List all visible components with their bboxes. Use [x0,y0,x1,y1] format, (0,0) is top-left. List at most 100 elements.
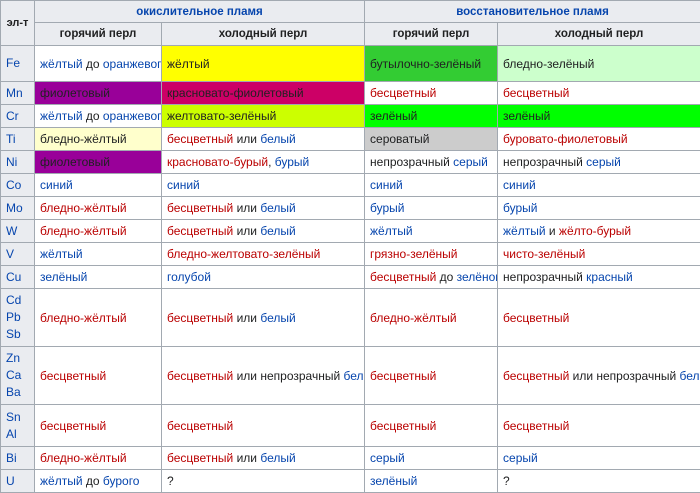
color-link[interactable]: белый [260,132,295,146]
element-symbol[interactable]: Ba [6,384,29,401]
element-cell[interactable]: Cr [1,105,35,128]
color-link[interactable]: зелёного [457,270,498,284]
color-link[interactable]: красный [586,270,633,284]
element-symbol[interactable]: Ti [6,131,29,148]
element-symbol[interactable]: V [6,246,29,263]
color-link[interactable]: серый [586,155,621,169]
element-cell[interactable]: Mn [1,82,35,105]
element-symbol[interactable]: Pb [6,309,29,326]
color-link[interactable]: белый [260,224,295,238]
color-link[interactable]: бурый [370,201,404,215]
color-link[interactable]: жёлтый [503,224,546,238]
color-link[interactable]: бесцветный [167,369,233,383]
element-cell[interactable]: W [1,220,35,243]
color-link[interactable]: бесцветный [167,451,233,465]
color-link[interactable]: бурый [503,201,537,215]
cell-text: фиолетовый [40,86,110,100]
element-symbol[interactable]: U [6,473,29,490]
element-cell[interactable]: U [1,470,35,493]
element-symbol[interactable]: Bi [6,450,29,467]
color-link[interactable]: бесцветный [167,311,233,325]
color-link[interactable]: бесцветный [503,369,569,383]
element-cell[interactable]: Co [1,174,35,197]
element-symbol[interactable]: Cu [6,269,29,286]
color-link[interactable]: серый [370,451,405,465]
element-symbol[interactable]: Ca [6,367,29,384]
color-link[interactable]: чисто-зелёный [503,247,585,261]
color-link[interactable]: бледно-жёлтый [40,201,127,215]
color-link[interactable]: белый [343,369,364,383]
element-symbol[interactable]: Mn [6,85,29,102]
color-link[interactable]: красновато-бурый [167,155,268,169]
element-symbol[interactable]: Mo [6,200,29,217]
element-symbol[interactable]: Cr [6,108,29,125]
color-link[interactable]: белый [260,201,295,215]
element-cell[interactable]: CdPbSb [1,289,35,347]
color-link[interactable]: белый [680,369,700,383]
reducing-flame-header[interactable]: восстановительное пламя [365,1,700,23]
element-symbol[interactable]: Al [6,426,29,443]
color-link[interactable]: жёлтый [40,474,83,488]
color-link[interactable]: оранжевого [103,57,162,71]
oxidizing-flame-header[interactable]: окислительное пламя [35,1,365,23]
element-cell[interactable]: Bi [1,447,35,470]
element-symbol[interactable]: Sb [6,326,29,343]
color-link[interactable]: белый [260,451,295,465]
color-link[interactable]: бесцветный [370,369,436,383]
color-link[interactable]: бесцветный [370,419,436,433]
element-cell[interactable]: Fe [1,46,35,82]
color-link[interactable]: бесцветный [167,224,233,238]
color-link[interactable]: буровато-фиолетовый [503,132,628,146]
element-symbol[interactable]: Sn [6,409,29,426]
color-link[interactable]: бесцветный [370,270,436,284]
color-link[interactable]: бесцветный [167,132,233,146]
element-symbol[interactable]: W [6,223,29,240]
color-link[interactable]: бледно-жёлтый [40,311,127,325]
color-link[interactable]: жёлтый [370,224,413,238]
color-link[interactable]: грязно-зелёный [370,247,458,261]
color-link[interactable]: жёлто-бурый [559,224,631,238]
color-link[interactable]: бурого [103,474,140,488]
element-cell[interactable]: Ni [1,151,35,174]
element-cell[interactable]: ZnCaBa [1,347,35,405]
color-link[interactable]: синий [370,178,403,192]
color-link[interactable]: белый [260,311,295,325]
color-link[interactable]: жёлтый [40,57,83,71]
color-link[interactable]: зелёный [370,474,417,488]
color-link[interactable]: жёлтый [40,247,83,261]
color-link[interactable]: бледно-жёлтый [40,224,127,238]
color-link[interactable]: зелёный [40,270,87,284]
element-symbol[interactable]: Ni [6,154,29,171]
element-symbol[interactable]: Co [6,177,29,194]
element-symbol[interactable]: Fe [6,55,29,72]
color-link[interactable]: оранжевого [103,109,162,123]
color-link[interactable]: бесцветный [503,86,569,100]
color-link[interactable]: бесцветный [503,419,569,433]
color-link[interactable]: серый [503,451,538,465]
element-cell[interactable]: V [1,243,35,266]
element-symbol[interactable]: Zn [6,350,29,367]
element-symbol[interactable]: Cd [6,292,29,309]
element-cell[interactable]: SnAl [1,405,35,447]
element-cell[interactable]: Cu [1,266,35,289]
element-cell[interactable]: Ti [1,128,35,151]
cell-text: зелёный [370,109,417,123]
color-link[interactable]: синий [167,178,200,192]
color-link[interactable]: бесцветный [167,419,233,433]
color-link[interactable]: бледно-жёлтый [40,451,127,465]
oxidizing-hot-cell: жёлтый до оранжевого [35,46,162,82]
element-cell[interactable]: Mo [1,197,35,220]
color-link[interactable]: синий [40,178,73,192]
color-link[interactable]: бесцветный [370,86,436,100]
color-link[interactable]: серый [453,155,488,169]
color-link[interactable]: бесцветный [503,311,569,325]
color-link[interactable]: жёлтый [40,109,83,123]
color-link[interactable]: бледно-желтовато-зелёный [167,247,320,261]
color-link[interactable]: бесцветный [40,419,106,433]
color-link[interactable]: бледно-жёлтый [370,311,457,325]
color-link[interactable]: бесцветный [40,369,106,383]
color-link[interactable]: голубой [167,270,211,284]
color-link[interactable]: синий [503,178,536,192]
color-link[interactable]: бесцветный [167,201,233,215]
color-link[interactable]: бурый [275,155,309,169]
